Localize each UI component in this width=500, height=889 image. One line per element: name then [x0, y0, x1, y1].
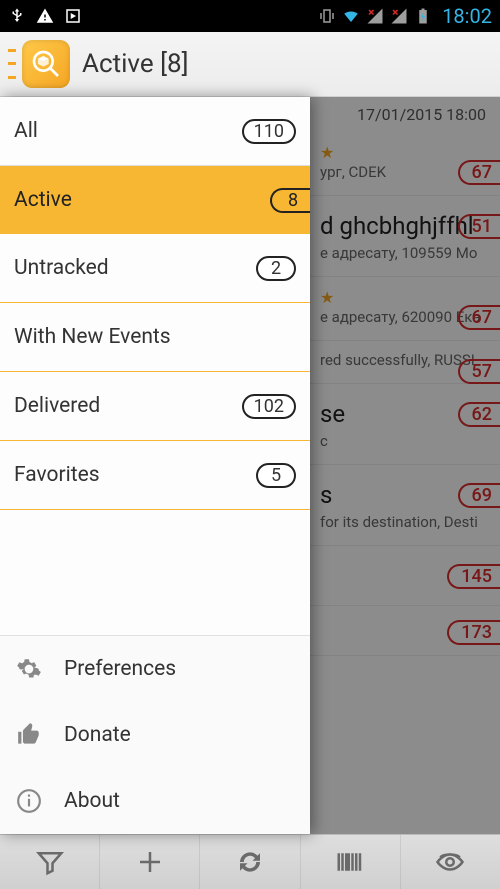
gear-icon	[14, 654, 44, 684]
signal-1-icon	[366, 7, 384, 25]
drawer-item-count: 8	[270, 188, 310, 213]
drawer-item-delivered[interactable]: Delivered 102	[0, 372, 310, 440]
drawer-item-donate[interactable]: Donate	[0, 702, 310, 768]
filter-button[interactable]	[0, 835, 100, 889]
drawer-item-about[interactable]: About	[0, 768, 310, 834]
page-title: Active [8]	[82, 49, 188, 79]
drawer-item-count: 102	[242, 394, 296, 419]
thumbs-up-icon	[14, 720, 44, 750]
refresh-button[interactable]	[200, 835, 300, 889]
usb-icon	[8, 7, 26, 25]
drawer-item-new-events[interactable]: With New Events	[0, 303, 310, 371]
status-clock: 18:02	[442, 4, 492, 28]
android-status-bar: 18:02	[0, 0, 500, 32]
drawer-item-label: Delivered	[14, 394, 100, 418]
drawer-item-label: Favorites	[14, 463, 100, 487]
drawer-item-label: Active	[14, 188, 72, 212]
drawer-item-preferences[interactable]: Preferences	[0, 636, 310, 702]
drawer-item-label: All	[14, 119, 38, 143]
view-button[interactable]	[401, 835, 500, 889]
drawer-item-label: About	[64, 789, 120, 813]
drawer-item-untracked[interactable]: Untracked 2	[0, 234, 310, 302]
info-icon	[14, 786, 44, 816]
battery-charging-icon	[414, 7, 432, 25]
drawer-item-favorites[interactable]: Favorites 5	[0, 441, 310, 509]
navigation-drawer: All 110 Active 8 Untracked 2 With New Ev…	[0, 97, 310, 834]
workspace: 17/01/2015 18:00 ★ург, CDEK67 d ghcbhghj…	[0, 97, 500, 834]
separator	[0, 509, 310, 510]
drawer-item-label: Preferences	[64, 657, 176, 681]
warning-icon	[36, 7, 54, 25]
drawer-item-count: 110	[242, 119, 296, 144]
drawer-item-label: Donate	[64, 723, 131, 747]
barcode-button[interactable]	[301, 835, 401, 889]
app-header: Active [8]	[0, 32, 500, 97]
drawer-item-label: With New Events	[14, 325, 171, 349]
vibrate-icon	[318, 7, 336, 25]
drawer-item-count: 5	[256, 463, 296, 488]
add-button[interactable]	[100, 835, 200, 889]
menu-indicator-icon[interactable]	[8, 44, 18, 84]
signal-2-icon	[390, 7, 408, 25]
play-store-icon	[64, 7, 82, 25]
drawer-item-active[interactable]: Active 8	[0, 166, 310, 234]
bottom-toolbar	[0, 834, 500, 889]
wifi-icon	[342, 7, 360, 25]
drawer-item-all[interactable]: All 110	[0, 97, 310, 165]
app-logo-icon[interactable]	[22, 40, 70, 88]
drawer-item-count: 2	[256, 256, 296, 281]
drawer-item-label: Untracked	[14, 256, 109, 280]
